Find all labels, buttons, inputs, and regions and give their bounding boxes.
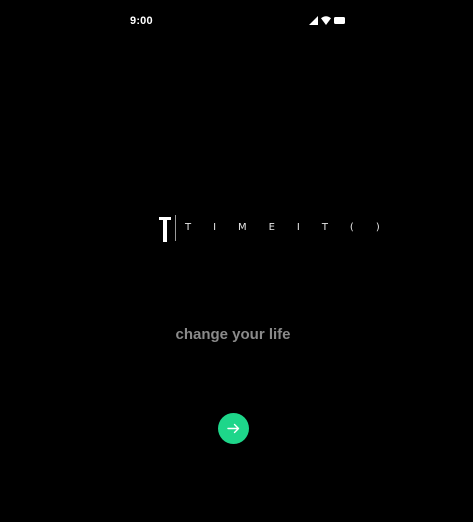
status-time: 9:00 [130,15,153,27]
battery-icon [334,17,345,24]
arrow-right-icon [227,423,240,434]
logo-wordmark: T I M E I T ( ) [185,222,390,233]
next-button[interactable] [218,413,249,444]
logo-mark-icon [159,217,171,242]
tagline: change your life [175,326,291,343]
app-logo: T I M E I T ( ) [158,212,380,244]
status-icons [309,16,345,26]
logo-divider [175,215,176,241]
status-bar: 9:00 [0,0,473,42]
wifi-icon [321,16,331,25]
cellular-signal-icon [309,16,318,25]
